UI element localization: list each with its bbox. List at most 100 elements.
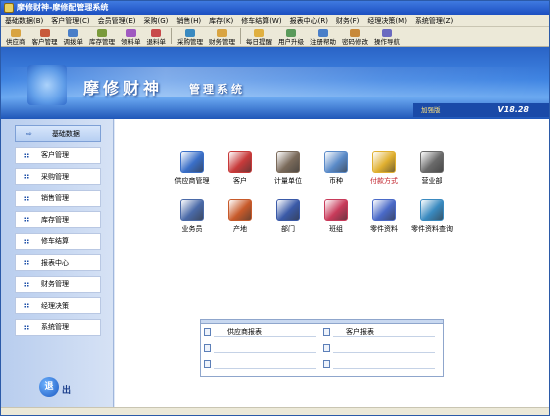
version-label: V18.28 [497,105,530,114]
menu-item[interactable]: 系统管理(Z) [411,15,457,27]
sidebar-item[interactable]: 系统管理 [15,318,101,336]
toolbar-button[interactable]: 库存管理 [86,27,118,46]
toolbar-button[interactable]: 注册帮助 [307,27,339,46]
grid-item-label: 营业部 [421,177,443,185]
sidebar: 退 出 ⇨ 基础数据客户管理采购管理销售管理库存管理修车结算报表中心财务管理经理决… [1,119,114,415]
menu-item[interactable]: 报表中心(R) [286,15,332,27]
grid-item[interactable]: 计量单位 [261,151,315,186]
sidebar-item[interactable]: 销售管理 [15,189,101,207]
sidebar-item[interactable]: 采购管理 [15,168,101,185]
grid-item[interactable]: 产地 [213,199,267,234]
toolbar-button[interactable]: 操作导航 [371,27,403,46]
menu-item[interactable]: 库存(K) [205,15,237,27]
menu-item[interactable]: 经理决策(M) [363,15,411,27]
report-item[interactable]: 供应商报表 [204,327,316,337]
password-icon [350,29,360,37]
toolbar-button[interactable]: 调拨单 [61,27,87,46]
grid-item[interactable]: 班组 [309,199,363,234]
toolbar-button[interactable]: 领料单 [118,27,144,46]
sidebar-item-label: 基础数据 [51,129,80,138]
brand-logo-icon [27,65,67,105]
toolbar-button[interactable]: 供应商 [3,27,29,46]
app-window: 摩修财神-摩修配管理系统 基础数据(B) 客户管理(C) 会员管理(E) 采购(G) 销… [0,0,550,416]
sidebar-item[interactable]: ⇨ 基础数据 [15,125,101,142]
toolbar-button[interactable]: 每日提醒 [243,27,275,46]
report-item[interactable] [323,343,435,353]
toolbar-button[interactable]: 客户管理 [29,27,61,46]
sidebar-item-label: 采购管理 [41,172,69,181]
grid-item[interactable]: 零件资料查询 [405,199,459,234]
payment-folder-icon [372,151,396,173]
toolbar-button[interactable]: 采购管理 [174,27,206,46]
sidebar-item[interactable]: 修车结算 [15,232,101,250]
banner-title: 摩修财神 [83,79,164,98]
report-item[interactable] [204,343,316,353]
grid-item[interactable]: 部门 [261,199,315,234]
grid-dots-icon [24,281,29,287]
grid-dots-icon [24,217,29,222]
toolbar-button-label: 领料单 [121,38,141,46]
report-row [204,343,440,353]
report-row [204,359,440,369]
reminder-icon [254,29,264,37]
grid-item[interactable]: 营业部 [405,151,459,186]
sidebar-item[interactable]: 经理决策 [15,297,101,314]
grid-item[interactable]: 币种 [309,151,363,186]
customer-books-icon [228,151,252,173]
grid-item-label: 计量单位 [274,177,302,185]
sidebar-item[interactable]: 库存管理 [15,211,101,228]
sidebar-item[interactable]: 客户管理 [15,146,101,164]
grid-dots-icon [24,152,29,158]
toolbar-button[interactable]: 密码修改 [339,27,371,46]
upgrade-icon [286,29,296,37]
menu-item[interactable]: 财务(F) [332,15,364,27]
toolbar-button[interactable]: 财务管理 [206,27,238,46]
sidebar-item[interactable]: 报表中心 [15,254,101,271]
report-underline [333,368,435,369]
parts-query-icon [420,199,444,221]
report-underline [214,352,316,353]
report-item[interactable] [204,359,316,369]
toolbar-button-label: 供应商 [6,38,26,46]
edition-label: 加强版 [421,106,441,114]
toolbar-button[interactable]: 用户升级 [275,27,307,46]
salesman-printer-icon [180,199,204,221]
menu-item[interactable]: 采购(G) [140,15,173,27]
menu-item[interactable]: 客户管理(C) [47,15,93,27]
origin-house-icon [228,199,252,221]
app-icon [4,3,14,13]
exit-label[interactable]: 出 [62,383,71,396]
grid-item[interactable]: 零件资料 [357,199,411,234]
status-bar [1,407,549,415]
grid-item[interactable]: 客户 [213,151,267,186]
exit-button[interactable]: 退 [39,377,59,397]
toolbar-button[interactable]: 退料单 [144,27,170,46]
sidebar-item-label: 库存管理 [41,215,69,224]
sidebar-item[interactable]: 财务管理 [15,275,101,293]
inventory-icon [97,29,107,37]
document-icon [204,344,211,352]
toolbar-button-label: 退料单 [146,38,167,46]
menu-item[interactable]: 会员管理(E) [94,15,140,27]
grid-item-label: 零件资料查询 [411,225,453,233]
parts-docs-icon [372,199,396,221]
transfer-icon [68,29,79,37]
toolbar-button-label: 财务管理 [209,38,235,46]
grid-item[interactable]: 付款方式 [357,151,411,186]
menu-item[interactable]: 基础数据(B) [1,15,47,27]
menu-item[interactable]: 修车结算(W) [237,15,285,27]
grid-item[interactable]: 业务员 [165,199,219,234]
grid-dots-icon [24,238,29,244]
currency-icon [324,151,348,173]
grid-dots-icon [24,174,29,179]
navigation-icon [382,29,392,37]
reports-header [201,320,443,324]
menu-item[interactable]: 销售(H) [172,15,205,27]
report-row: 供应商报表 客户报表 [204,327,440,337]
report-item[interactable]: 客户报表 [323,327,435,337]
grid-item[interactable]: 供应商管理 [165,151,219,186]
unit-building-icon [276,151,300,173]
document-icon [323,328,330,336]
grid-item-label: 产地 [233,225,247,233]
report-item[interactable] [323,359,435,369]
